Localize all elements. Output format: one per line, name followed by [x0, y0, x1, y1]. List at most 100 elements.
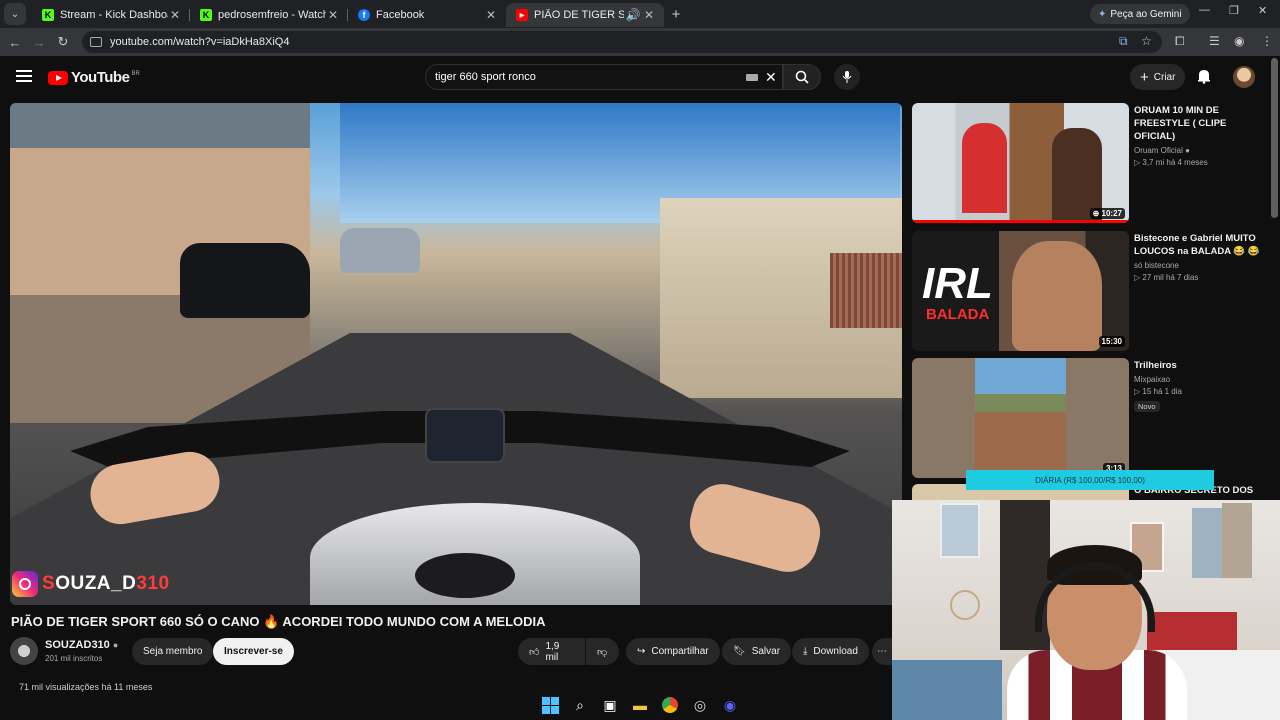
close-icon[interactable]: ✕ [484, 8, 498, 22]
video-watermark: SOUZA_D310 [12, 571, 170, 597]
reading-list-icon[interactable]: ☰ [1209, 34, 1220, 48]
recommendation-title[interactable]: Bistecone e Gabriel MUITO LOUCOS na BALA… [1134, 232, 1264, 258]
bookmark-star-icon[interactable]: ☆ [1141, 34, 1152, 48]
tab-facebook[interactable]: f Facebook ✕ [348, 3, 506, 27]
new-badge: Novo [1134, 401, 1160, 412]
tab-kick-dashboard[interactable]: K Stream - Kick Dashboard ✕ [32, 3, 190, 27]
windows-start-icon[interactable] [540, 695, 560, 715]
recommendation-meta: Bistecone e Gabriel MUITO LOUCOS na BALA… [1134, 232, 1264, 282]
shorts-icon: ⊕ [1092, 209, 1102, 218]
join-button[interactable]: Seja membro [132, 638, 214, 665]
video-frame-gate [830, 253, 902, 328]
chrome-icon[interactable] [660, 695, 680, 715]
recommendation-title[interactable]: ORUAM 10 MIN DE FREESTYLE ( CLIPE OFICIA… [1134, 104, 1264, 143]
more-actions-button[interactable]: ⋯ [872, 638, 892, 665]
search-button[interactable] [783, 64, 821, 90]
gemini-label: Peça ao Gemini [1110, 8, 1182, 20]
discord-icon[interactable]: ◉ [720, 695, 740, 715]
recommendation-channel[interactable]: Mixpaixao [1134, 375, 1264, 384]
recommendation-item[interactable]: IRL BALADA 15:30 Bistecone e Gabriel MUI… [912, 231, 1272, 351]
restore-button[interactable]: ❐ [1229, 4, 1239, 17]
video-duration: 15:30 [1098, 336, 1125, 347]
cast-icon[interactable]: ⧉ [1119, 34, 1128, 49]
recommendation-stats: ▷ 27 mil há 7 dias [1134, 273, 1264, 282]
close-icon[interactable]: ✕ [168, 8, 182, 22]
watermark-suffix: 310 [136, 573, 170, 594]
extensions-icon[interactable]: ⧠ [1175, 34, 1185, 49]
video-frame-dashboard [425, 408, 505, 463]
address-bar[interactable]: youtube.com/watch?v=iaDkHa8XiQ4 [82, 31, 1162, 53]
tab-title: PIÃO DE TIGER SPORT 660 [534, 9, 624, 21]
video-title: PIÃO DE TIGER SPORT 660 SÓ O CANO 🔥 ACOR… [11, 614, 546, 629]
recommendation-thumbnail[interactable]: 3:13 [912, 358, 1129, 478]
save-button[interactable]: 🔖︎ Salvar [722, 638, 792, 665]
like-button[interactable]: 👍︎ 1,9 mil [518, 638, 585, 665]
recommendation-title[interactable]: Trilheiros [1134, 359, 1264, 372]
close-window-button[interactable]: ✕ [1258, 4, 1267, 17]
recommendation-channel[interactable]: Oruam Oficial ● [1134, 146, 1264, 155]
recommendation-item[interactable]: 3:13 Trilheiros Mixpaixao ▷ 15 há 1 dia … [912, 358, 1272, 478]
browser-tab-strip: ⌄ K Stream - Kick Dashboard ✕ K pedrosem… [0, 0, 1280, 28]
dislike-button[interactable]: 👎︎ [586, 638, 619, 665]
recommendation-item[interactable]: ⊕ 10:27 ORUAM 10 MIN DE FREESTYLE ( CLIP… [912, 103, 1272, 223]
wall-picture [1192, 508, 1222, 578]
channel-avatar[interactable] [10, 637, 38, 665]
thumbs-up-icon: 👍︎ [529, 646, 540, 658]
share-label: Compartilhar [651, 646, 709, 657]
watermark-text: OUZA_D [55, 573, 137, 594]
profile-icon[interactable]: ◉ [1234, 34, 1244, 48]
forward-button[interactable]: → [27, 35, 51, 50]
url-text: youtube.com/watch?v=iaDkHa8XiQ4 [110, 36, 290, 48]
speaker-icon[interactable]: 🔊 [624, 8, 642, 22]
page-scrollbar[interactable] [1271, 58, 1278, 218]
check-circle-icon: ● [1185, 146, 1190, 155]
obs-icon[interactable]: ◎ [690, 695, 710, 715]
site-info-icon[interactable] [90, 37, 102, 47]
download-button[interactable]: ⤓ Download [792, 638, 869, 665]
recommendation-meta: ORUAM 10 MIN DE FREESTYLE ( CLIPE OFICIA… [1134, 104, 1264, 167]
close-icon[interactable]: ✕ [642, 8, 656, 22]
create-label: Criar [1153, 71, 1176, 83]
gemini-button[interactable]: ✦ Peça ao Gemini [1090, 4, 1190, 24]
video-frame-car [180, 243, 310, 318]
subscriber-count: 201 mil inscritos [45, 654, 103, 663]
task-view-icon[interactable]: ▣ [600, 695, 620, 715]
reload-button[interactable]: ↻ [51, 34, 75, 50]
webcam-overlay [892, 500, 1280, 720]
account-avatar[interactable] [1233, 66, 1255, 88]
voice-search-button[interactable] [834, 64, 860, 90]
tab-search-button[interactable]: ⌄ [4, 3, 26, 25]
recommendation-thumbnail[interactable]: IRL BALADA 15:30 [912, 231, 1129, 351]
recommendation-channel[interactable]: só bistecone [1134, 261, 1264, 270]
keyboard-icon[interactable] [746, 74, 758, 81]
search-icon[interactable]: ⌕ [570, 695, 590, 715]
subscribe-button[interactable]: Inscrever-se [213, 638, 294, 665]
hamburger-menu-icon[interactable] [16, 70, 32, 85]
create-button[interactable]: + Criar [1130, 64, 1186, 90]
wall-picture [940, 503, 980, 558]
more-dots-icon: ⋯ [877, 646, 887, 657]
back-button[interactable]: ← [3, 35, 27, 50]
search-input[interactable]: tiger 660 sport ronco ✕ [425, 64, 783, 90]
tab-youtube-video[interactable]: ▶ PIÃO DE TIGER SPORT 660 🔊 ✕ [506, 3, 664, 27]
new-tab-button[interactable]: + [664, 6, 688, 23]
channel-name[interactable]: SOUZAD310 ● [45, 639, 118, 651]
video-player[interactable]: SOUZA_D310 [10, 103, 902, 605]
wall-picture [1222, 503, 1252, 578]
tab-title: Stream - Kick Dashboard [60, 9, 168, 21]
share-button[interactable]: ↪ Compartilhar [626, 638, 720, 665]
browser-toolbar: ← → ↻ youtube.com/watch?v=iaDkHa8XiQ4 ⧉ … [0, 28, 1280, 56]
file-explorer-icon[interactable]: ▬ [630, 695, 650, 715]
gemini-icon: ✦ [1098, 8, 1107, 20]
menu-dots-icon[interactable]: ⋮ [1261, 34, 1273, 48]
bed [892, 660, 1002, 720]
clear-search-icon[interactable]: ✕ [765, 69, 777, 86]
notifications-bell-icon[interactable] [1197, 68, 1211, 89]
minimize-button[interactable]: — [1199, 4, 1210, 16]
recommendation-thumbnail[interactable]: ⊕ 10:27 [912, 103, 1129, 223]
youtube-logo[interactable]: YouTube BR [48, 69, 140, 86]
tab-kick-clips[interactable]: K pedrosemfreio - Watch clips on Kick ✕ [190, 3, 348, 27]
donation-goal-bar: DIÁRIA (R$ 100,00/R$ 100,00) [966, 470, 1214, 490]
close-icon[interactable]: ✕ [326, 8, 340, 22]
youtube-header: YouTube BR tiger 660 sport ronco ✕ + Cri… [0, 56, 1280, 98]
